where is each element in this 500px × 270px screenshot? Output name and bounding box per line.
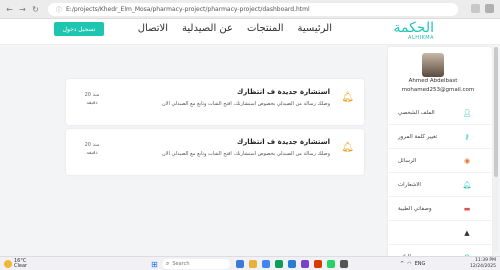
notification-card[interactable]: 🔔︎ استشارة جديدة ف انتظارك وصلك رسالة من… — [66, 129, 364, 175]
edge-icon[interactable] — [288, 260, 296, 268]
windows-start-icon[interactable]: ⊞ — [151, 260, 158, 269]
sidebar-item-label: الرسائل — [398, 157, 417, 164]
browser-toolbar: ← → ↻ ⓘ E:/projects/Khedr_Elm_Mosa/pharm… — [0, 0, 500, 19]
sidebar-item-messages[interactable]: الرسائل ◉ — [388, 149, 492, 173]
sidebar-item-prescriptions[interactable]: وصفاتي الطبية ▬ — [388, 197, 492, 221]
back-icon[interactable]: ← — [5, 5, 14, 14]
app-icon[interactable] — [340, 260, 348, 268]
message-icon: ◉ — [463, 156, 471, 165]
scroll-thumb[interactable] — [494, 47, 498, 177]
search-icon: ⌕ — [166, 260, 170, 267]
notification-time: منذ 20 دقيقه — [80, 141, 104, 157]
bell-icon: 🔔︎ — [341, 142, 354, 153]
key-icon: ⚷ — [464, 132, 470, 141]
search-placeholder: Search — [172, 261, 190, 267]
whatsapp-icon[interactable] — [327, 260, 335, 268]
sidebar-item-label: الملف الشخصي — [398, 109, 435, 116]
notification-time: منذ 20 دقيقه — [80, 91, 104, 107]
chrome-icon[interactable] — [262, 260, 270, 268]
notification-title: استشارة جديدة ف انتظارك — [236, 138, 330, 146]
forward-icon[interactable]: → — [18, 5, 27, 14]
sidebar-item-notifications[interactable]: الاشعارات 🔔︎ — [388, 173, 492, 197]
site-logo[interactable]: الحكمة ALHIKMA — [393, 21, 434, 41]
taskbar-search[interactable]: ⌕ Search — [162, 259, 230, 269]
notification-card[interactable]: 🔔︎ استشارة جديدة ف انتظارك وصلك رسالة من… — [66, 79, 364, 125]
time-amount: منذ 20 — [84, 142, 100, 148]
reload-icon[interactable]: ↻ — [31, 5, 40, 14]
prescription-icon: ▬ — [463, 204, 471, 213]
taskbar-apps — [236, 260, 348, 268]
windows-taskbar: 16°C Clear ⊞ ⌕ Search ^ ◠ ENG 11:39 PM 1… — [0, 256, 500, 270]
sidebar-item-collapse[interactable]: ▲ — [388, 221, 492, 245]
task-view-icon[interactable] — [236, 260, 244, 268]
clock-date: 12/24/2025 — [470, 264, 496, 269]
profile-email: mohamed253@gmail.com — [401, 87, 475, 93]
user-icon: 👤︎ — [462, 108, 472, 117]
app-icon[interactable] — [275, 260, 283, 268]
nav-products[interactable]: المنتجات — [247, 23, 284, 34]
page-scrollbar[interactable] — [494, 47, 498, 252]
notification-description: وصلك رسالة من الصيدلي بخصوص استشارتك، اف… — [161, 101, 330, 107]
system-clock[interactable]: 11:39 PM 12/24/2025 — [470, 258, 496, 270]
nav-contact[interactable]: الاتصال — [138, 23, 168, 34]
sun-icon — [4, 260, 12, 268]
app-icon[interactable] — [314, 260, 322, 268]
sidebar-menu: الملف الشخصي 👤︎ تغيير كلمة المرور ⚷ الرس… — [388, 101, 492, 269]
avatar — [422, 53, 444, 77]
main-nav: الرئيسية المنتجات عن الصيدلية الاتصال — [138, 23, 332, 34]
address-bar[interactable]: ⓘ E:/projects/Khedr_Elm_Mosa/pharmacy-pr… — [48, 3, 458, 16]
sidebar-item-label: وصفاتي الطبية — [398, 205, 432, 212]
time-unit: دقيقه — [86, 100, 98, 106]
notification-description: وصلك رسالة من الصيدلي بخصوص استشارتك، اف… — [161, 151, 330, 157]
nav-home[interactable]: الرئيسية — [298, 23, 332, 34]
notification-title: استشارة جديدة ف انتظارك — [236, 88, 330, 96]
language-indicator[interactable]: ENG — [415, 261, 426, 267]
sidebar-item-change-password[interactable]: تغيير كلمة المرور ⚷ — [388, 125, 492, 149]
bell-icon: 🔔︎ — [462, 180, 472, 189]
weather-desc: Clear — [14, 263, 28, 269]
logo-arabic: الحكمة — [393, 20, 434, 36]
file-explorer-icon[interactable] — [249, 260, 257, 268]
vscode-icon[interactable] — [301, 260, 309, 268]
login-button[interactable]: تسجيل دخول — [54, 22, 104, 36]
site-header: تسجيل دخول الرئيسية المنتجات عن الصيدلية… — [0, 19, 500, 45]
bell-icon: 🔔︎ — [341, 92, 354, 103]
nav-about[interactable]: عن الصيدلية — [182, 23, 233, 34]
profile-name: Ahmed Abdelbast — [408, 78, 458, 84]
browser-nav: ← → ↻ — [0, 5, 40, 14]
menu-icon[interactable] — [485, 4, 494, 13]
sidebar-item-profile[interactable]: الملف الشخصي 👤︎ — [388, 101, 492, 125]
wifi-icon[interactable]: ◠ — [407, 261, 411, 267]
time-unit: دقيقه — [86, 150, 98, 156]
system-tray: ^ ◠ ENG — [400, 261, 425, 267]
caret-up-icon: ▲ — [464, 228, 470, 237]
sidebar-item-label: تغيير كلمة المرور — [398, 133, 438, 140]
extension-icons — [471, 4, 494, 13]
extension-icon[interactable] — [471, 4, 480, 13]
url-text: E:/projects/Khedr_Elm_Mosa/pharmacy-proj… — [66, 6, 310, 13]
profile-sidebar: Ahmed Abdelbast mohamed253@gmail.com الم… — [388, 47, 492, 269]
weather-widget[interactable]: 16°C Clear — [4, 259, 27, 269]
time-amount: منذ 20 — [84, 92, 100, 98]
file-icon: ⓘ — [56, 7, 63, 14]
tray-chevron-icon[interactable]: ^ — [400, 261, 404, 267]
sidebar-item-label: الاشعارات — [398, 181, 421, 188]
